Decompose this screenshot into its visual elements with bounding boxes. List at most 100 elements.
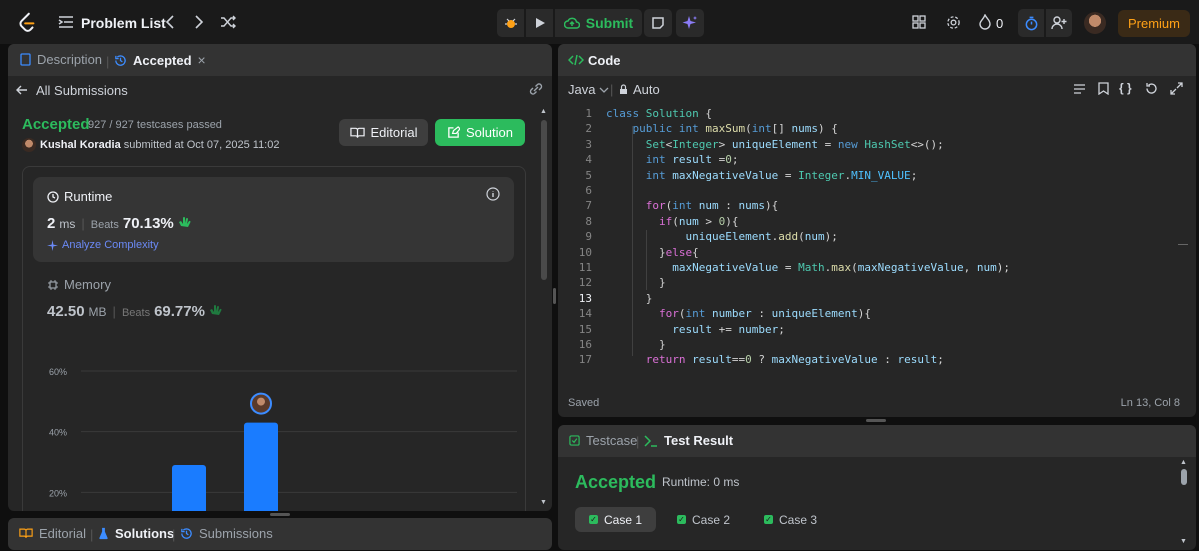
code-text: } (606, 338, 666, 351)
line-number: 1 (585, 107, 592, 120)
runtime-distribution-chart: 60%40%20%0% (49, 367, 517, 511)
language-select[interactable]: Java (568, 82, 609, 97)
tab-description[interactable]: Description (20, 52, 102, 67)
code-line[interactable]: 1 class Solution { (558, 106, 1178, 122)
notes-button[interactable] (644, 9, 672, 37)
reset-icon[interactable] (1145, 82, 1158, 95)
left-panel-resize-handle[interactable] (270, 513, 290, 516)
memory-title[interactable]: Memory (47, 277, 111, 292)
format-icon[interactable] (1073, 83, 1086, 95)
runtime-beats-label: Beats (90, 219, 119, 231)
expand-icon[interactable] (1170, 82, 1183, 95)
timer-button[interactable] (1018, 9, 1044, 37)
scroll-down-arrow[interactable]: ▼ (1180, 538, 1187, 545)
scroll-up-arrow[interactable]: ▲ (1180, 459, 1187, 466)
settings-button[interactable] (944, 13, 962, 31)
tab-submissions[interactable]: Submissions (180, 526, 273, 541)
test-result-runtime: Runtime: 0 ms (662, 475, 740, 489)
code-line[interactable]: 16 } (558, 337, 1178, 353)
code-scroll-indicator[interactable] (1178, 244, 1188, 245)
braces-icon[interactable]: { } (1119, 81, 1132, 95)
close-tab-icon[interactable]: × (198, 52, 206, 68)
case-tab-3[interactable]: ✓ Case 3 (750, 507, 831, 532)
user-avatar[interactable] (1084, 12, 1106, 34)
code-text: class Solution { (606, 107, 712, 120)
history-icon (181, 528, 192, 539)
random-problem-button[interactable] (219, 13, 237, 31)
scroll-up-arrow[interactable]: ▲ (540, 108, 547, 115)
debug-button[interactable] (497, 9, 524, 37)
scroll-down-arrow[interactable]: ▼ (540, 499, 547, 506)
code-line[interactable]: 6 (558, 183, 1178, 199)
code-line[interactable]: 5 int maxNegativeValue = Integer.MIN_VAL… (558, 168, 1178, 184)
case-label: Case 2 (692, 512, 731, 527)
analyze-complexity-link[interactable]: Analyze Complexity (47, 239, 159, 251)
editorial-button[interactable]: Editorial (339, 119, 428, 146)
next-problem-button[interactable] (190, 13, 208, 31)
case-tab-2[interactable]: ✓ Case 2 (663, 507, 744, 532)
streak-button[interactable] (976, 13, 994, 31)
ai-assistant-button[interactable] (676, 9, 704, 37)
code-panel-resize-handle[interactable] (866, 419, 886, 422)
code-line[interactable]: 8 if(num > 0){ (558, 214, 1178, 230)
code-line[interactable]: 15 result += number; (558, 322, 1178, 338)
code-editor[interactable]: 1 class Solution {2 public int maxSum(int… (558, 106, 1178, 378)
tab-test-result[interactable]: Test Result (644, 433, 733, 448)
info-icon[interactable] (486, 187, 500, 201)
tab-testcase[interactable]: Testcase (569, 433, 637, 448)
left-panel-scrollbar[interactable] (541, 120, 547, 280)
run-submit-group: Submit (497, 9, 642, 37)
run-button[interactable] (526, 9, 553, 37)
problem-list-icon[interactable] (58, 15, 74, 29)
case-label: Case 3 (779, 512, 818, 527)
chart-bar[interactable] (244, 422, 278, 511)
code-line[interactable]: 13 } (558, 291, 1178, 307)
tab-editorial[interactable]: Editorial (19, 526, 86, 541)
case-tab-1[interactable]: ✓ Case 1 (575, 507, 657, 532)
test-panel-tabs: Testcase | Test Result (558, 425, 1196, 457)
submission-panel-tabs: Description | Accepted × (8, 44, 552, 76)
layout-button[interactable] (910, 13, 928, 31)
back-to-submissions[interactable]: All Submissions (16, 80, 544, 100)
chart-bar[interactable] (172, 465, 206, 511)
runtime-card[interactable]: Runtime 2 ms | Beats 70.13% Analyze Comp… (33, 177, 514, 262)
tab-editorial-label: Editorial (39, 526, 86, 541)
leetcode-logo-icon[interactable] (16, 11, 38, 33)
line-number: 7 (585, 199, 592, 213)
code-line[interactable]: 4 int result =0; (558, 152, 1178, 168)
code-line[interactable]: 3 Set<Integer> uniqueElement = new HashS… (558, 137, 1178, 153)
code-line[interactable]: 14 for(int number : uniqueElement){ (558, 306, 1178, 322)
submitter-name[interactable]: Kushal Koradia (40, 139, 121, 151)
add-friend-button[interactable] (1046, 9, 1072, 37)
premium-button[interactable]: Premium (1118, 10, 1190, 37)
code-line[interactable]: 10 }else{ (558, 245, 1178, 261)
language-value: Java (568, 82, 596, 97)
code-line[interactable]: 12 } (558, 275, 1178, 291)
code-line[interactable]: 2 public int maxSum(int[] nums) { (558, 121, 1178, 137)
prev-problem-button[interactable] (161, 13, 179, 31)
line-number: 6 (585, 184, 592, 197)
vertical-resize-handle[interactable] (553, 288, 556, 304)
memory-number: 42.50 (47, 303, 85, 320)
note-icon (652, 17, 664, 29)
line-number: 12 (578, 276, 592, 290)
submitter-avatar[interactable] (22, 138, 36, 152)
clap-icon (178, 217, 191, 227)
bookmark-icon[interactable] (1098, 82, 1109, 95)
solution-button[interactable]: Solution (435, 119, 525, 146)
problem-list-label[interactable]: Problem List (81, 15, 166, 31)
tab-divider: | (172, 527, 176, 542)
tab-divider: | (636, 434, 640, 449)
tab-accepted[interactable]: Accepted × (114, 52, 206, 68)
code-line[interactable]: 11 maxNegativeValue = Math.max(maxNegati… (558, 260, 1178, 276)
code-line[interactable]: 9 uniqueElement.add(num); (558, 229, 1178, 245)
case-check-icon: ✓ (677, 515, 686, 524)
lock-icon (620, 84, 627, 94)
link-icon[interactable] (528, 82, 544, 96)
tab-solutions[interactable]: Solutions (98, 526, 174, 541)
submit-button[interactable]: Submit (555, 9, 642, 37)
autocomplete-toggle[interactable]: Auto (619, 82, 660, 97)
code-line[interactable]: 7 for(int num : nums){ (558, 198, 1178, 214)
code-line[interactable]: 17 return result==0 ? maxNegativeValue :… (558, 352, 1178, 368)
test-panel-scrollbar[interactable] (1181, 469, 1187, 485)
